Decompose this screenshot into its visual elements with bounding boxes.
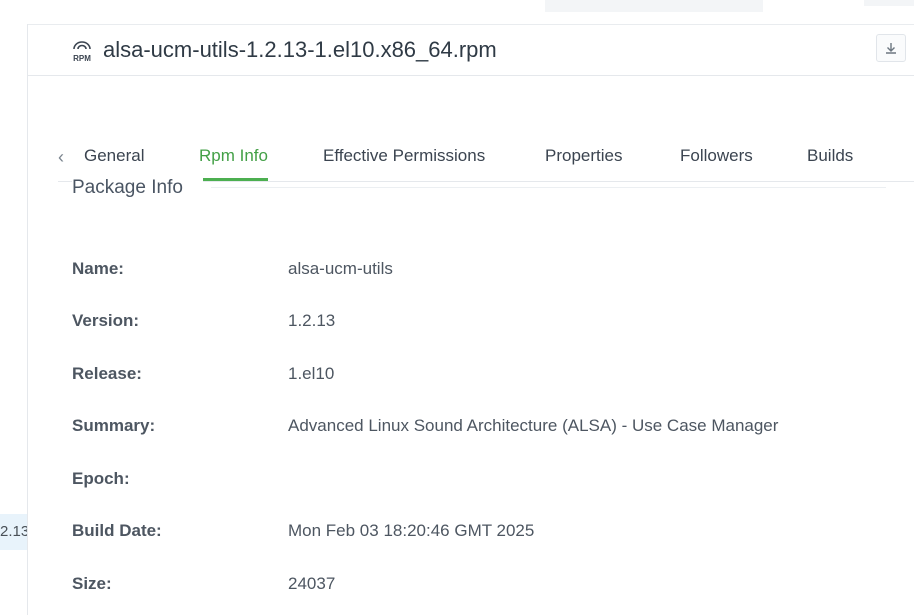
info-row-build-date: Build Date: Mon Feb 03 18:20:46 GMT 2025 (72, 519, 892, 543)
info-row-size: Size: 24037 (72, 572, 892, 596)
info-label: Size: (72, 574, 112, 593)
download-button[interactable] (876, 34, 906, 62)
tab-scroll-left-button[interactable]: ‹ (58, 146, 72, 168)
top-bar (0, 0, 914, 25)
chevron-left-icon: ‹ (58, 147, 64, 167)
panel-header: RPM alsa-ucm-utils-1.2.13-1.el10.x86_64.… (28, 25, 914, 76)
info-label: Summary: (72, 416, 156, 435)
tab-rpm-info[interactable]: Rpm Info (199, 144, 268, 181)
info-label: Epoch: (72, 469, 130, 488)
info-label: Version: (72, 311, 140, 330)
info-row-release: Release: 1.el10 (72, 362, 892, 386)
tab-builds[interactable]: Builds (807, 144, 853, 168)
artifact-title: alsa-ucm-utils-1.2.13-1.el10.x86_64.rpm (103, 37, 497, 62)
info-label: Release: (72, 364, 142, 383)
download-icon (886, 43, 896, 54)
svg-text:RPM: RPM (73, 54, 91, 62)
tab-effective-permissions[interactable]: Effective Permissions (323, 144, 485, 168)
info-value: Mon Feb 03 18:20:46 GMT 2025 (288, 521, 535, 540)
tab-properties[interactable]: Properties (545, 144, 622, 168)
info-value: alsa-ucm-utils (288, 259, 393, 278)
info-row-epoch: Epoch: (72, 467, 892, 491)
info-value: 1.el10 (288, 364, 335, 383)
info-row-version: Version: 1.2.13 (72, 309, 892, 333)
info-value: Advanced Linux Sound Architecture (ALSA)… (288, 416, 779, 435)
top-search-field[interactable] (545, 0, 763, 12)
info-row-name: Name: alsa-ucm-utils (72, 257, 892, 281)
section-title: Package Info (72, 175, 203, 201)
info-value: 1.2.13 (288, 311, 336, 330)
artifact-details-panel: RPM alsa-ucm-utils-1.2.13-1.el10.x86_64.… (28, 25, 914, 615)
info-value: 24037 (288, 574, 336, 593)
tab-followers[interactable]: Followers (680, 144, 753, 168)
info-row-summary: Summary: Advanced Linux Sound Architectu… (72, 414, 892, 438)
section-divider (211, 187, 886, 188)
background-row-text: 2.13 (0, 523, 27, 540)
info-label: Name: (72, 259, 124, 278)
rpm-file-icon: RPM (73, 41, 91, 62)
info-label: Build Date: (72, 521, 162, 540)
top-right-control[interactable] (864, 0, 914, 6)
tab-general[interactable]: General (84, 144, 144, 168)
